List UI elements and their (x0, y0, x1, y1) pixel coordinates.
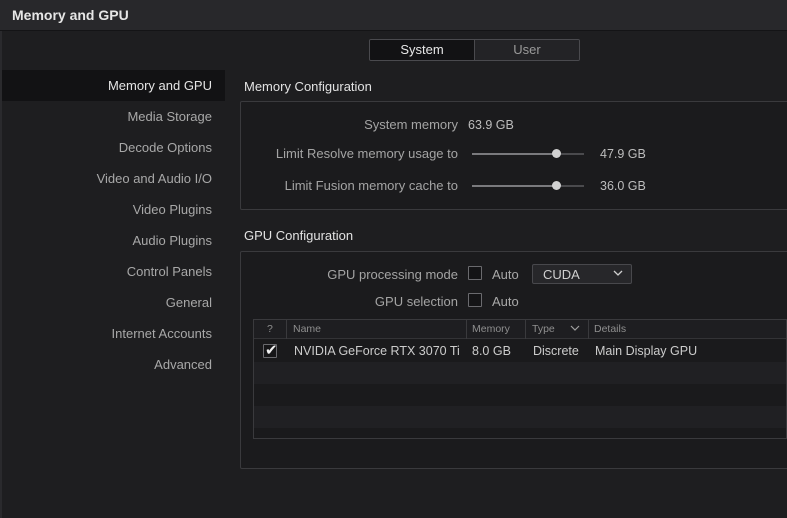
sidebar-item-advanced[interactable]: Advanced (2, 349, 225, 380)
column-divider[interactable] (466, 320, 467, 339)
tab-system[interactable]: System (370, 40, 475, 60)
gpu-table: ? Name Memory Type Details ✔ NVIDIA GeFo… (253, 319, 787, 439)
empty-table-row (254, 362, 786, 384)
sidebar-item-video-and-audio-io[interactable]: Video and Audio I/O (2, 163, 225, 194)
title-bar: Memory and GPU (0, 0, 787, 31)
gpu-mode-auto-checkbox[interactable] (468, 266, 482, 280)
gpu-selection-label: GPU selection (374, 294, 458, 309)
gpu-name-cell: NVIDIA GeForce RTX 3070 Ti (294, 344, 460, 358)
gpu-type-cell: Discrete (533, 344, 579, 358)
sidebar-item-control-panels[interactable]: Control Panels (2, 256, 225, 287)
column-header-details[interactable]: Details (594, 323, 626, 335)
memory-section-title: Memory Configuration (244, 79, 372, 94)
resolve-memory-slider-fill (472, 153, 556, 155)
tab-user[interactable]: User (475, 40, 579, 60)
column-header-name[interactable]: Name (293, 323, 321, 335)
fusion-cache-slider-handle[interactable] (552, 181, 561, 190)
empty-table-row (254, 384, 786, 406)
system-memory-label: System memory (364, 117, 458, 132)
gpu-selection-auto-label: Auto (492, 294, 519, 309)
sidebar-item-internet-accounts[interactable]: Internet Accounts (2, 318, 225, 349)
column-divider[interactable] (286, 320, 287, 339)
sort-chevron-icon[interactable] (570, 324, 580, 332)
column-divider[interactable] (525, 320, 526, 339)
gpu-selection-auto-checkbox[interactable] (468, 293, 482, 307)
resolve-memory-label: Limit Resolve memory usage to (275, 146, 458, 161)
gpu-processing-mode-value: CUDA (543, 267, 580, 282)
sidebar-item-memory-and-gpu[interactable]: Memory and GPU (2, 70, 225, 101)
sidebar-item-decode-options[interactable]: Decode Options (2, 132, 225, 163)
column-header-type[interactable]: Type (532, 323, 555, 335)
column-header-select[interactable]: ? (267, 323, 273, 335)
chevron-down-icon (613, 270, 623, 276)
checkmark-icon: ✔ (265, 342, 278, 359)
gpu-memory-cell: 8.0 GB (472, 344, 511, 358)
column-divider[interactable] (588, 320, 589, 339)
resolve-memory-value: 47.9 GB (600, 147, 646, 161)
table-row[interactable]: ✔ NVIDIA GeForce RTX 3070 Ti 8.0 GB Disc… (254, 340, 786, 362)
preferences-sidebar: Memory and GPU Media Storage Decode Opti… (2, 70, 225, 380)
fusion-cache-value: 36.0 GB (600, 179, 646, 193)
gpu-processing-mode-label: GPU processing mode (327, 267, 458, 282)
fusion-cache-slider[interactable] (472, 181, 584, 190)
sidebar-item-video-plugins[interactable]: Video Plugins (2, 194, 225, 225)
scope-segmented-control: System User (369, 39, 580, 61)
gpu-row-checkbox[interactable]: ✔ (263, 342, 278, 359)
sidebar-item-media-storage[interactable]: Media Storage (2, 101, 225, 132)
column-header-memory[interactable]: Memory (472, 323, 510, 335)
gpu-section-title: GPU Configuration (244, 228, 354, 243)
gpu-details-cell: Main Display GPU (595, 344, 698, 358)
resolve-memory-slider-handle[interactable] (552, 149, 561, 158)
fusion-cache-slider-fill (472, 185, 556, 187)
gpu-mode-auto-label: Auto (492, 267, 519, 282)
resolve-memory-slider[interactable] (472, 149, 584, 158)
sidebar-item-general[interactable]: General (2, 287, 225, 318)
system-memory-value: 63.9 GB (468, 118, 514, 132)
empty-table-row (254, 406, 786, 428)
sidebar-item-audio-plugins[interactable]: Audio Plugins (2, 225, 225, 256)
gpu-processing-mode-select[interactable]: CUDA (532, 264, 632, 284)
window-title: Memory and GPU (12, 7, 129, 23)
fusion-cache-label: Limit Fusion memory cache to (284, 178, 458, 193)
gpu-table-header: ? Name Memory Type Details (254, 320, 786, 339)
